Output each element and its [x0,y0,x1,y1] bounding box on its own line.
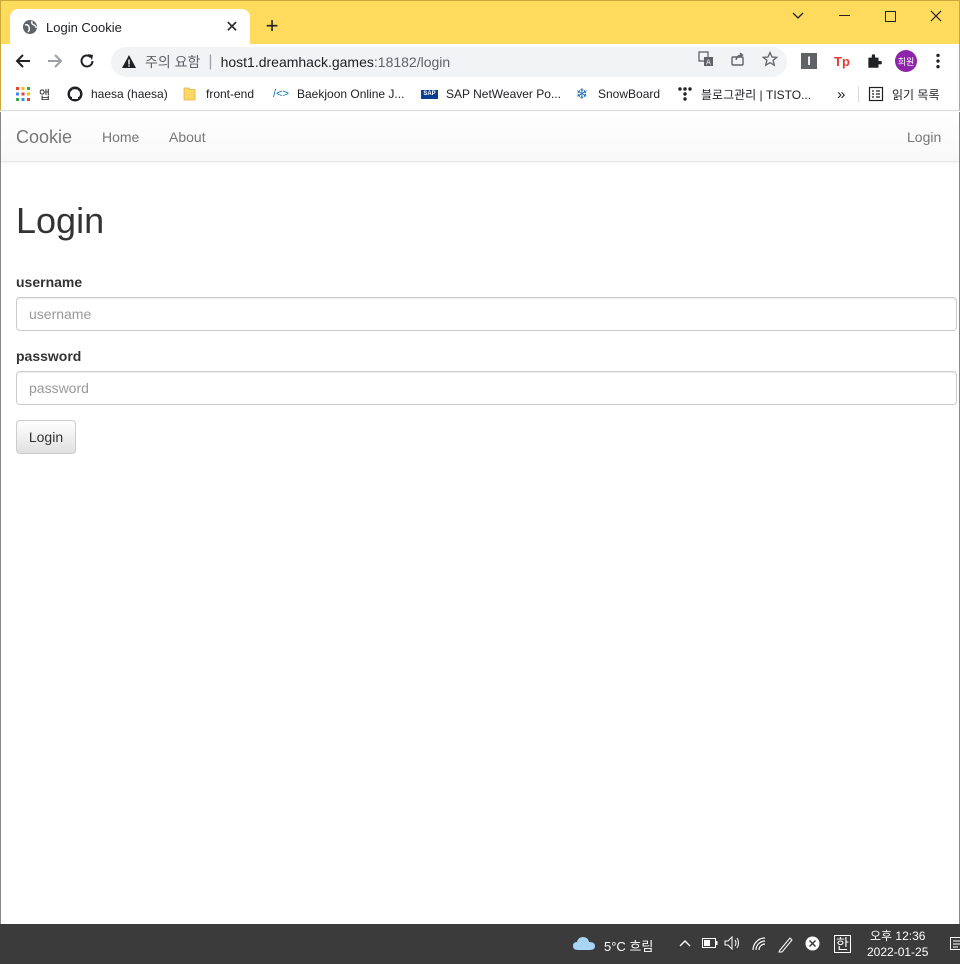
bookmark-sap[interactable]: SAP SAP NetWeaver Po... [421,84,561,104]
share-icon[interactable] [730,51,746,67]
wifi-icon[interactable] [751,936,767,952]
tab-search-icon[interactable] [775,5,821,27]
username-label: username [16,274,83,290]
site-brand[interactable]: Cookie [16,127,72,148]
bookmark-label: SnowBoard [598,87,661,101]
security-status: 주의 요함 [145,54,201,70]
bookmark-front-end[interactable]: front-end [182,84,254,104]
bookmark-label: haesa (haesa) [91,87,168,101]
url-host: host1.dreamhack.games [220,54,374,70]
code-icon: /<> [273,88,289,100]
bookmark-label: front-end [206,87,255,101]
bookmarks-divider [858,86,859,102]
page-viewport: Cookie Home About Login Login username p… [0,112,960,924]
profile-avatar[interactable]: 희원 [895,50,917,72]
svg-text:A: A [706,59,711,67]
maximize-icon[interactable] [867,5,913,27]
nav-link-login[interactable]: Login [907,129,941,145]
new-tab-button[interactable]: + [261,13,283,38]
bookmark-github[interactable]: haesa (haesa) [67,84,168,104]
site-navbar: Cookie Home About Login [1,112,959,162]
weather-text[interactable]: 5°C 흐림 [604,936,653,955]
bookmark-tistory[interactable]: 블로그관리 | TISTO... [677,84,811,104]
nav-link-about[interactable]: About [169,129,206,145]
reading-list-icon [868,86,884,102]
forward-arrow-icon[interactable] [43,49,67,73]
menu-kebab-icon[interactable] [929,52,947,70]
browser-titlebar: Login Cookie ✕ + [0,0,960,45]
url-path: :18182/login [373,54,451,70]
pen-icon[interactable] [777,935,795,953]
clock-time[interactable]: 오후 12:36 [870,927,925,944]
bookmark-baekjoon[interactable]: /<> Baekjoon Online J... [273,84,404,104]
warning-icon [122,55,136,68]
bookmark-label: 앱 [39,87,51,102]
username-input[interactable] [16,297,957,331]
reload-icon[interactable] [75,49,99,73]
windows-taskbar: 5°C 흐림 한 오후 12:36 2022-01-25 [0,924,960,964]
notification-icon[interactable] [950,937,960,951]
close-window-icon[interactable] [913,5,959,27]
battery-icon[interactable] [702,938,718,948]
reading-list-button[interactable]: 읽기 목록 [868,84,940,104]
back-arrow-icon[interactable] [11,49,35,73]
ime-indicator[interactable]: 한 [834,935,851,953]
bookmark-label: SAP NetWeaver Po... [446,87,561,101]
extensions-puzzle-icon[interactable] [865,52,883,70]
extension-tp-icon[interactable]: Tp [833,52,851,70]
password-label: password [16,348,82,364]
tab-close-icon[interactable]: ✕ [224,19,240,36]
tab-title: Login Cookie [46,19,122,35]
globe-icon [23,20,37,34]
sap-icon: SAP [421,89,438,99]
page-title: Login [16,200,105,241]
password-input[interactable] [16,371,957,405]
bookmark-label: 블로그관리 | TISTO... [701,87,812,102]
login-submit-button[interactable]: Login [16,420,76,454]
clock-date[interactable]: 2022-01-25 [867,945,928,959]
bookmark-label: Baekjoon Online J... [297,87,405,101]
bookmark-apps[interactable]: 앱 [15,84,50,104]
bookmark-snowboard[interactable]: ❄ SnowBoard [574,84,660,104]
minimize-icon[interactable] [821,5,867,27]
tistory-icon [678,87,692,101]
more-icon: » [837,85,846,103]
address-bar[interactable]: 주의 요함 | host1.dreamhack.games:18182/logi… [111,47,787,77]
bookmarks-more-button[interactable]: » [837,84,845,104]
browser-tab[interactable]: Login Cookie ✕ [10,9,250,45]
snowflake-icon: ❄ [575,86,589,103]
github-icon [67,86,83,102]
translate-icon[interactable]: A [698,51,714,67]
browser-toolbar: 주의 요함 | host1.dreamhack.games:18182/logi… [0,44,960,78]
chevron-up-icon[interactable] [679,938,691,948]
folder-icon [183,87,196,101]
extension-i-icon[interactable]: I [801,53,817,69]
bookmarks-bar: 앱 haesa (haesa) front-end /<> Baekjoon O… [0,78,960,111]
nav-link-home[interactable]: Home [102,129,139,145]
cloud-weather-icon [573,937,595,950]
bookmark-star-icon[interactable] [762,51,778,67]
close-circle-icon[interactable] [805,936,820,951]
volume-icon[interactable] [724,936,742,950]
apps-grid-icon [16,87,30,101]
url-separator: | [208,53,213,70]
bookmark-label: 읽기 목록 [892,87,940,102]
